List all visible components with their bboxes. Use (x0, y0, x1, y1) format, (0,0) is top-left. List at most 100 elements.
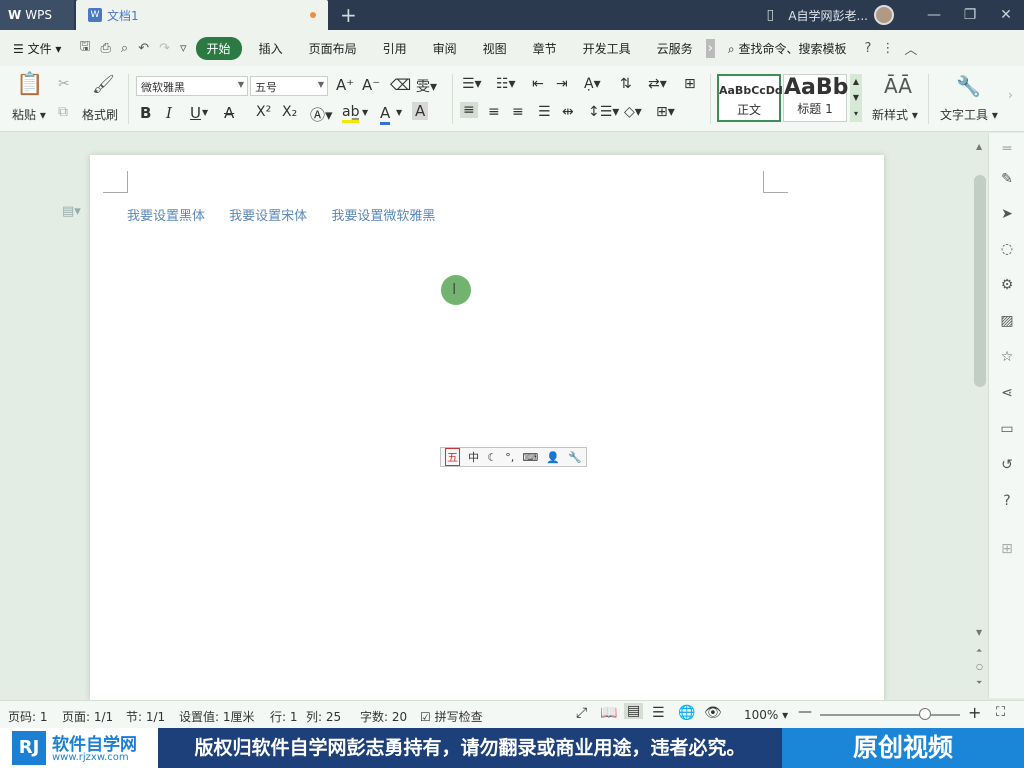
redo-icon[interactable]: ↷ (154, 41, 175, 56)
minimize-button[interactable]: — (916, 7, 952, 23)
status-page-code[interactable]: 页码: 1 (8, 708, 48, 725)
archive-icon[interactable]: ▭ (997, 421, 1017, 441)
new-tab-button[interactable]: + (340, 3, 357, 27)
web-view-icon[interactable]: 🌐 (678, 705, 695, 721)
cut-icon[interactable]: ✂ (58, 76, 70, 92)
strikethrough-button[interactable]: A (224, 104, 234, 122)
char-shading-icon[interactable]: A (412, 102, 429, 120)
prev-page-icon[interactable]: ⏶ (976, 646, 982, 656)
decrease-indent-icon[interactable]: ⇤ (532, 76, 544, 92)
file-menu[interactable]: ☰ 文件 ▾ (0, 40, 74, 57)
chevron-down-icon[interactable]: ▼ (396, 108, 402, 117)
apps-grid-icon[interactable]: ⊞ (997, 541, 1017, 561)
status-section[interactable]: 节: 1/1 (126, 708, 165, 725)
fit-window-icon[interactable]: ⛶ (996, 705, 1005, 720)
zoom-select[interactable]: 100% ▾ (744, 708, 788, 722)
underline-button[interactable]: U (190, 104, 201, 122)
ime-punctuation-icon[interactable]: °, (505, 451, 514, 464)
select-cursor-icon[interactable]: ➤ (997, 206, 1017, 226)
help-circle-icon[interactable]: ? (997, 493, 1017, 513)
page-view-icon[interactable]: ▤ (624, 703, 644, 719)
style-normal[interactable]: AaBbCcDd 正文 (717, 74, 783, 122)
paste-icon[interactable]: 📋 (16, 72, 43, 97)
tab-developer[interactable]: 开发工具 (570, 40, 644, 57)
shading-icon[interactable]: ◇▾ (624, 104, 642, 120)
show-marks-icon[interactable]: ⊞ (684, 76, 696, 92)
font-color-icon[interactable]: A (380, 104, 391, 125)
chevron-down-icon[interactable]: ▼ (362, 108, 368, 117)
tab-page-layout[interactable]: 页面布局 (296, 40, 370, 57)
command-search[interactable]: ⌕ 查找命令、搜索模板 (715, 40, 860, 57)
font-size-select[interactable]: 五号 ▼ (250, 76, 328, 96)
star-icon[interactable]: ☆ (997, 349, 1017, 369)
ime-user-icon[interactable]: 👤 (546, 451, 560, 464)
text-tools-button[interactable]: 文字工具 ▾ (940, 106, 998, 123)
paragraph-layout-icon[interactable]: ▤▾ (62, 204, 81, 219)
numbering-icon[interactable]: ☷▾ (496, 76, 516, 92)
close-button[interactable]: ✕ (988, 7, 1024, 23)
chevron-down-icon[interactable]: ▼ (202, 108, 208, 117)
highlight-icon[interactable]: ab̲ (342, 104, 360, 123)
next-page-icon[interactable]: ⏷ (976, 678, 982, 688)
wrench-icon[interactable]: 🔧 (956, 74, 981, 98)
tablet-mode-icon[interactable]: ▯ (752, 7, 788, 23)
borders-icon[interactable]: ⊞▾ (656, 104, 675, 120)
format-painter-icon[interactable]: 🖌 (92, 74, 115, 95)
status-setting[interactable]: 设置值: 1厘米 (179, 708, 255, 725)
text-direction-icon[interactable]: Ạ▾ (584, 76, 601, 92)
styles-scroll-icon[interactable]: ▲ ▼ ▾ (850, 74, 862, 122)
align-right-button[interactable]: ≡ (512, 104, 524, 120)
adjust-icon[interactable]: ⚙ (997, 277, 1017, 297)
bullets-icon[interactable]: ☰▾ (462, 76, 482, 92)
image-icon[interactable]: ▨ (997, 313, 1017, 333)
status-col[interactable]: 列: 25 (306, 708, 341, 725)
help-icon[interactable]: ? (859, 41, 876, 56)
user-name[interactable]: A自学网彭老... (788, 7, 868, 24)
ribbon-scroll-right-icon[interactable]: › (1008, 88, 1013, 102)
sidebar-toggle-icon[interactable]: ═ (997, 141, 1017, 161)
tab-document[interactable]: W 文档1 (76, 0, 328, 30)
ime-toolbar[interactable]: 五 中 ☾ °, ⌨ 👤 🔧 (440, 447, 587, 467)
text-effect-icon[interactable]: Ⓐ▾ (310, 104, 333, 125)
share-icon[interactable]: ⋖ (997, 385, 1017, 405)
clear-format-icon[interactable]: ⌫ (390, 76, 411, 94)
status-page[interactable]: 页面: 1/1 (62, 708, 113, 725)
superscript-button[interactable]: X² (256, 104, 271, 120)
link-songti[interactable]: 我要设置宋体 (229, 209, 307, 224)
new-style-button[interactable]: 新样式 ▾ (872, 106, 918, 123)
ime-keyboard-icon[interactable]: ⌨ (522, 451, 538, 464)
style-heading-1[interactable]: AaBb 标题 1 (783, 74, 848, 122)
paste-button[interactable]: 粘贴 ▾ (12, 106, 46, 123)
line-break-icon[interactable]: ⇄▾ (648, 76, 667, 92)
tab-sections[interactable]: 章节 (520, 40, 570, 57)
zoom-out-button[interactable]: — (798, 704, 812, 720)
tab-cloud[interactable]: 云服务 (644, 40, 706, 57)
distribute-button[interactable]: ⇹ (562, 104, 574, 120)
outline-view-icon[interactable]: ☰ (652, 705, 665, 721)
eye-protect-icon[interactable]: 👁 (704, 705, 722, 721)
italic-button[interactable]: I (166, 104, 172, 122)
zoom-slider-track[interactable] (820, 714, 960, 716)
increase-indent-icon[interactable]: ⇥ (556, 76, 568, 92)
justify-button[interactable]: ☰ (538, 104, 551, 120)
align-left-button[interactable]: ≡ (460, 102, 478, 118)
copy-icon[interactable]: ⧉ (58, 104, 68, 120)
browse-object-icon[interactable]: ○ (976, 662, 983, 671)
fullscreen-icon[interactable]: ⤢ (576, 705, 587, 721)
scroll-up-icon[interactable]: ▲ (976, 142, 982, 151)
new-style-icon[interactable]: ĀĀ (884, 74, 912, 98)
save-icon[interactable]: 🖫 (74, 37, 95, 59)
status-word-count[interactable]: 字数: 20 (360, 708, 407, 725)
restore-button[interactable]: ❐ (952, 7, 988, 23)
scroll-down-icon[interactable]: ▼ (976, 628, 982, 637)
tab-references[interactable]: 引用 (370, 40, 420, 57)
print-preview-icon[interactable]: ⌕ (116, 41, 133, 56)
tab-home[interactable]: 开始 (195, 36, 242, 60)
zoom-in-button[interactable]: + (968, 703, 981, 722)
sort-icon[interactable]: ⇅ (620, 76, 632, 92)
history-icon[interactable]: ↺ (997, 457, 1017, 477)
pen-icon[interactable]: ✎ (997, 171, 1017, 191)
ime-mode-icon[interactable]: 五 (445, 448, 461, 466)
scrollbar-thumb[interactable] (974, 175, 986, 387)
ime-halfwidth-icon[interactable]: ☾ (487, 451, 497, 464)
